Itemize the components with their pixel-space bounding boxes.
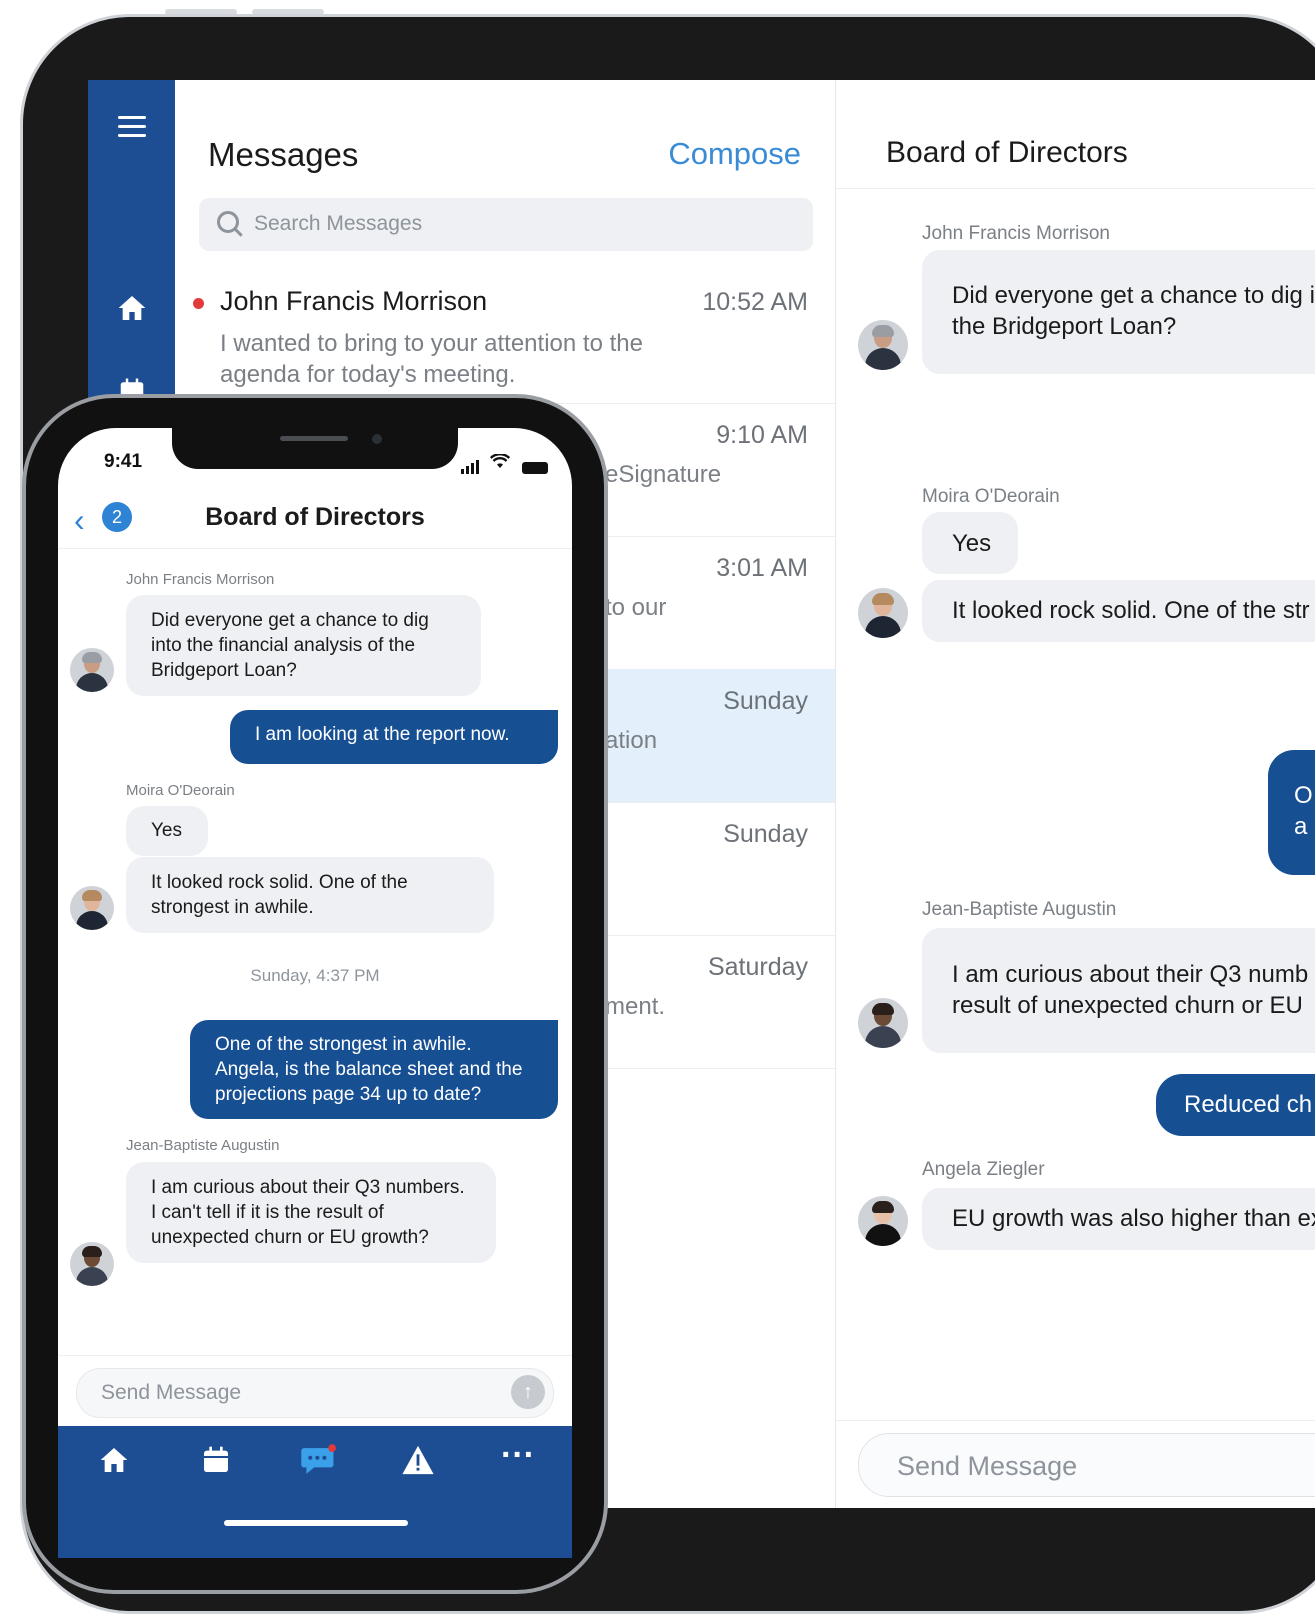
message-line: Reduced ch	[1184, 1091, 1313, 1118]
message-line: Did everyone get a chance to dig i	[952, 282, 1315, 309]
unread-dot	[193, 298, 204, 309]
message-bubble: Did everyone get a chance to dig i the B…	[922, 250, 1315, 374]
phone-input-divider	[58, 1355, 572, 1356]
thread-preview: I wanted to bring to your attention to t…	[220, 330, 643, 388]
avatar	[70, 1242, 114, 1286]
status-time: 9:41	[104, 451, 143, 472]
chat-pane: Board of Directors John Francis Morrison…	[836, 80, 1315, 1508]
message-bubble: I am curious about their Q3 numb result …	[922, 928, 1315, 1053]
message-bubble: Yes	[922, 512, 1018, 574]
avatar	[70, 648, 114, 692]
thread-time: Sunday	[723, 820, 808, 848]
hamburger-menu-icon[interactable]	[88, 110, 175, 143]
signal-icon	[461, 456, 481, 474]
phone-camera	[372, 434, 382, 444]
home-icon[interactable]	[88, 292, 175, 329]
phone-speaker	[280, 436, 348, 441]
thread-time: 10:52 AM	[702, 288, 808, 316]
thread-time: Saturday	[707, 953, 808, 981]
message-bubble-outgoing: I am looking at the report now.	[230, 710, 558, 764]
wifi-icon	[489, 453, 510, 474]
message-bubble: Did everyone get a chance to dig into th…	[126, 595, 481, 696]
message-line: O	[1294, 782, 1313, 809]
phone-chat-title: Board of Directors	[205, 503, 425, 531]
message-bubble-outgoing: Reduced ch	[1156, 1074, 1315, 1136]
message-bubble: Yes	[126, 806, 208, 856]
thread-time: Sunday	[723, 687, 808, 715]
home-indicator	[224, 1520, 408, 1526]
compose-button[interactable]: Compose	[668, 136, 801, 172]
message-sender: John Francis Morrison	[922, 223, 1110, 244]
message-sender: Jean-Baptiste Augustin	[922, 899, 1117, 920]
message-bubble-outgoing: One of the strongest in awhile. Angela, …	[190, 1020, 558, 1119]
chat-header-divider	[836, 188, 1315, 189]
send-arrow-icon[interactable]: ↑	[511, 1375, 545, 1409]
phone-header: Board of Directors ‹ 2	[58, 498, 572, 549]
message-bubble: EU growth was also higher than ex	[922, 1188, 1315, 1250]
date-divider: Sunday, 4:37 PM	[250, 966, 380, 985]
avatar	[858, 588, 908, 638]
message-line: It looked rock solid. One of the str	[952, 597, 1310, 624]
search-icon	[217, 211, 239, 233]
phone-send-message-input[interactable]: Send Message ↑	[76, 1368, 554, 1418]
search-placeholder: Search Messages	[254, 212, 423, 235]
alert-icon[interactable]	[388, 1444, 448, 1484]
more-icon[interactable]: ···	[488, 1436, 548, 1475]
message-sender: Angela Ziegler	[922, 1159, 1045, 1180]
avatar	[858, 1196, 908, 1246]
message-line: I am curious about their Q3 numb	[952, 961, 1309, 988]
message-line: result of unexpected churn or EU	[952, 992, 1303, 1019]
avatar	[858, 320, 908, 370]
send-message-input[interactable]: Send Message	[858, 1433, 1315, 1497]
message-line: EU growth was also higher than ex	[952, 1205, 1315, 1232]
message-line: Yes	[952, 530, 992, 557]
avatar	[70, 886, 114, 930]
status-icons	[461, 453, 548, 474]
message-sender: Moira O'Deorain	[126, 782, 235, 799]
search-input[interactable]: Search Messages	[199, 198, 813, 251]
chat-input-divider	[836, 1420, 1315, 1421]
phone-screen: 9:41 Board of Directors ‹ 2 John Francis…	[58, 428, 572, 1558]
thread-preview: ment.	[605, 993, 666, 1020]
back-unread-badge[interactable]: 2	[102, 502, 132, 532]
message-line: the Bridgeport Loan?	[952, 313, 1177, 340]
message-sender: Jean-Baptiste Augustin	[126, 1137, 280, 1154]
chat-title: Board of Directors	[886, 136, 1128, 169]
phone-tab-bar: ···	[58, 1426, 572, 1558]
home-icon[interactable]	[84, 1444, 144, 1484]
thread-time: 3:01 AM	[716, 554, 808, 582]
phone-send-placeholder: Send Message	[101, 1381, 242, 1404]
message-bubble: It looked rock solid. One of the str	[922, 580, 1315, 642]
thread-preview: to our	[605, 594, 667, 621]
message-bubble-outgoing: O a	[1268, 750, 1315, 875]
message-bubble: It looked rock solid. One of the stronge…	[126, 857, 494, 933]
thread-preview: ation	[605, 727, 658, 754]
thread-sender: John Francis Morrison	[220, 286, 488, 316]
chat-icon[interactable]	[288, 1444, 348, 1486]
calendar-icon[interactable]	[186, 1444, 246, 1484]
thread-time: 9:10 AM	[716, 421, 808, 449]
thread-preview: eSignature	[605, 461, 722, 488]
back-chevron-icon[interactable]: ‹	[74, 504, 85, 536]
thread-item[interactable]: John Francis Morrison 10:52 AM I wanted …	[175, 270, 835, 404]
message-sender: Moira O'Deorain	[922, 486, 1060, 507]
avatar	[858, 998, 908, 1048]
phone-notch	[172, 424, 458, 469]
battery-icon	[522, 462, 548, 474]
message-sender: John Francis Morrison	[126, 571, 275, 588]
message-bubble: I am curious about their Q3 numbers. I c…	[126, 1162, 496, 1263]
messages-title: Messages	[208, 136, 359, 173]
message-line: a	[1294, 813, 1308, 840]
send-message-placeholder: Send Message	[897, 1451, 1078, 1481]
